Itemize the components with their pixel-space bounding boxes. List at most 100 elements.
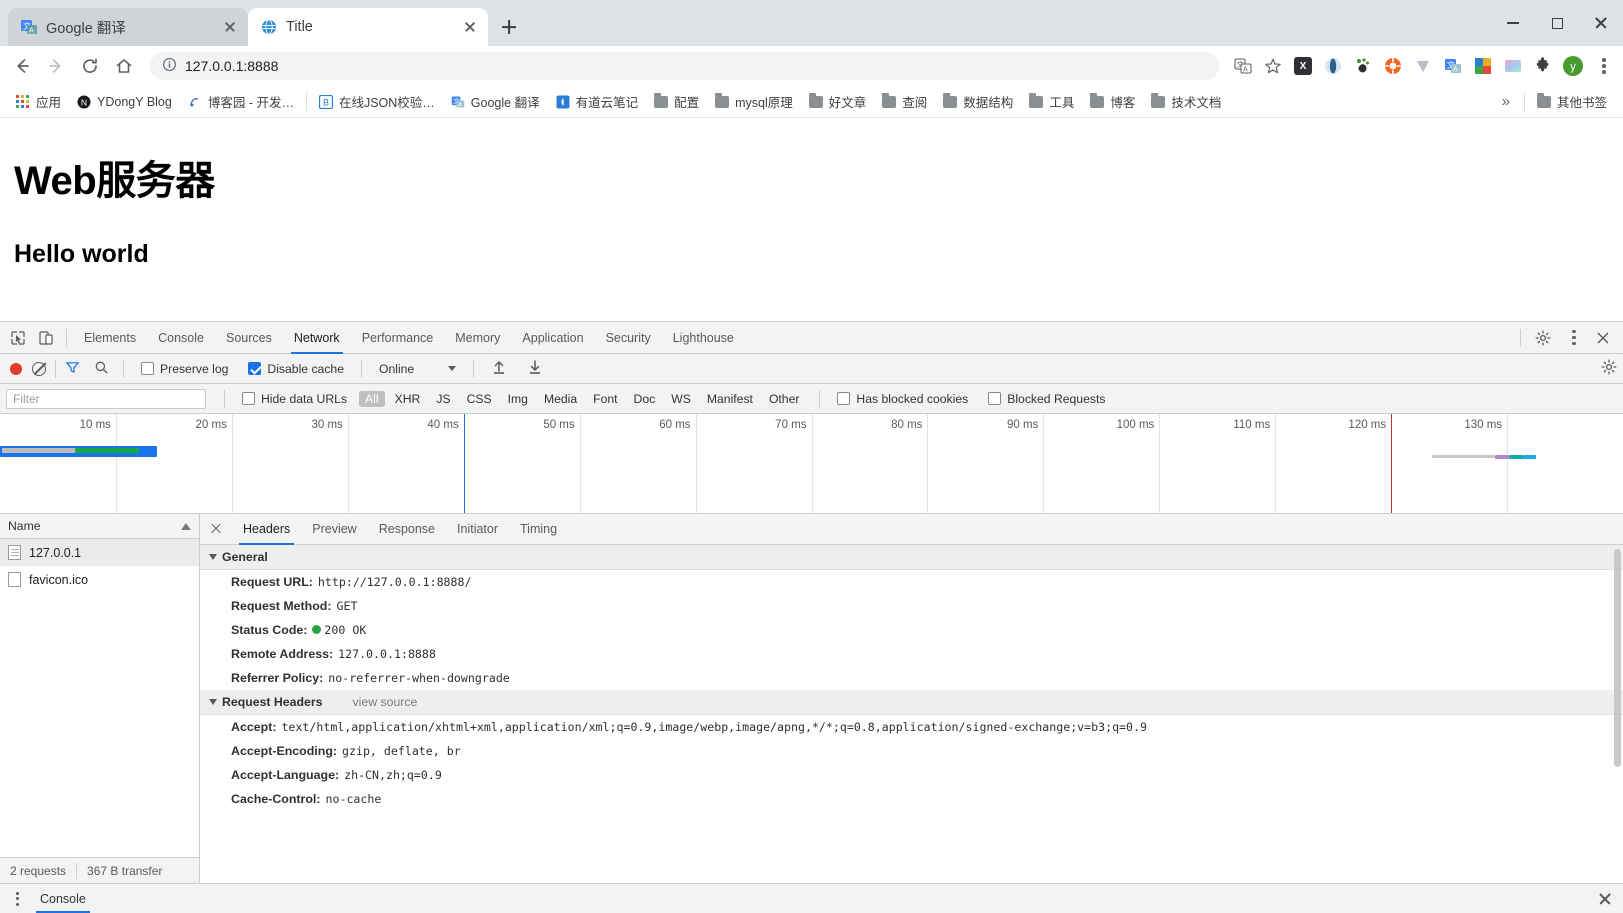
reload-icon[interactable]: [74, 50, 106, 82]
bookmark-item-1[interactable]: 博客园 - 开发…: [180, 89, 302, 114]
devtools-tab-performance[interactable]: Performance: [351, 322, 445, 354]
detail-tab-preview[interactable]: Preview: [301, 514, 367, 545]
translate-icon[interactable]: 文A: [1229, 52, 1257, 80]
hide-data-urls-checkbox[interactable]: Hide data URLs: [234, 392, 355, 406]
other-bookmarks-button[interactable]: 其他书签: [1529, 89, 1615, 114]
close-icon[interactable]: [204, 517, 228, 541]
avatar[interactable]: y: [1559, 52, 1587, 80]
close-icon[interactable]: [1593, 887, 1617, 911]
download-har-icon[interactable]: [527, 359, 543, 378]
has-blocked-cookies-checkbox[interactable]: Has blocked cookies: [829, 392, 976, 406]
network-settings-icon[interactable]: [1601, 359, 1617, 378]
throttling-dropdown[interactable]: Online: [371, 362, 464, 376]
filter-type-manifest[interactable]: Manifest: [701, 391, 759, 407]
bookmark-item-8[interactable]: 查阅: [874, 89, 935, 114]
bookmark-item-3[interactable]: 文A Google 翻译: [443, 89, 548, 114]
back-arrow-icon[interactable]: [6, 50, 38, 82]
device-toolbar-icon[interactable]: [32, 324, 60, 352]
clear-ban-icon[interactable]: [32, 361, 46, 376]
close-icon[interactable]: [220, 17, 240, 37]
preserve-log-checkbox[interactable]: Preserve log: [133, 362, 236, 376]
filter-type-doc[interactable]: Doc: [628, 391, 662, 407]
three-dots-menu-icon[interactable]: [1589, 52, 1617, 80]
devtools-tab-memory[interactable]: Memory: [444, 322, 511, 354]
headers-scrollbar[interactable]: [1613, 545, 1622, 883]
search-icon[interactable]: [94, 360, 109, 378]
maximize-button[interactable]: [1535, 0, 1579, 46]
bookmarks-overflow-button[interactable]: »: [1492, 93, 1520, 110]
browser-tab-1[interactable]: Title: [248, 8, 488, 46]
google-translate-extension-icon[interactable]: 文A: [1439, 52, 1467, 80]
new-tab-button[interactable]: [494, 12, 524, 42]
bookmark-item-2[interactable]: B 在线JSON校验…: [311, 89, 443, 114]
bookmark-item-5[interactable]: 配置: [646, 89, 707, 114]
home-icon[interactable]: [108, 50, 140, 82]
request-list-header[interactable]: Name: [0, 514, 199, 539]
bookmark-item-12[interactable]: 技术文档: [1143, 89, 1229, 114]
devtools-tab-application[interactable]: Application: [511, 322, 594, 354]
three-dots-menu-icon[interactable]: [6, 888, 28, 910]
devtools-tab-console[interactable]: Console: [147, 322, 215, 354]
address-bar[interactable]: 127.0.0.1:8888: [150, 52, 1219, 80]
bookmark-apps[interactable]: 应用: [8, 89, 69, 114]
devtools-tab-security[interactable]: Security: [595, 322, 662, 354]
detail-tab-headers[interactable]: Headers: [232, 514, 301, 545]
funnel-filter-icon[interactable]: [65, 360, 80, 378]
filter-type-css[interactable]: CSS: [461, 391, 498, 407]
close-icon[interactable]: [1589, 324, 1617, 352]
filter-type-img[interactable]: Img: [502, 391, 534, 407]
filter-type-all[interactable]: All: [359, 390, 385, 407]
upload-har-icon[interactable]: [491, 359, 507, 378]
bookmark-item-9[interactable]: 数据结构: [935, 89, 1021, 114]
bookmark-star-icon[interactable]: [1259, 52, 1287, 80]
browser-tab-0[interactable]: 文 A Google 翻译: [8, 8, 248, 46]
bookmark-item-6[interactable]: mysql原理: [707, 89, 801, 114]
section-request-headers-header[interactable]: Request Headers view source: [200, 690, 1623, 715]
info-circle-icon[interactable]: [162, 57, 177, 75]
view-source-link[interactable]: view source: [352, 695, 417, 709]
filter-type-xhr[interactable]: XHR: [389, 391, 427, 407]
detail-tab-response[interactable]: Response: [368, 514, 446, 545]
record-stop-icon[interactable]: [10, 362, 22, 375]
bookmark-item-10[interactable]: 工具: [1021, 89, 1082, 114]
gnome-extension-icon[interactable]: [1349, 52, 1377, 80]
network-overview-timeline[interactable]: 10 ms 20 ms 30 ms 40 ms 50 ms 60 ms 70 ms 80 ms…: [0, 414, 1623, 514]
filter-type-js[interactable]: JS: [430, 391, 456, 407]
detail-tab-timing[interactable]: Timing: [509, 514, 568, 545]
request-row-0[interactable]: 127.0.0.1: [0, 539, 199, 566]
close-icon[interactable]: [460, 17, 480, 37]
timeline-tick-label: 120 ms: [1348, 419, 1387, 431]
filter-type-other[interactable]: Other: [763, 391, 805, 407]
devtools-tab-lighthouse[interactable]: Lighthouse: [662, 322, 745, 354]
bookmark-item-0[interactable]: N YDongY Blog: [69, 92, 180, 112]
minimize-button[interactable]: [1491, 0, 1535, 46]
filter-type-ws[interactable]: WS: [665, 391, 697, 407]
blocked-requests-checkbox[interactable]: Blocked Requests: [980, 392, 1113, 406]
xmind-extension-icon[interactable]: X: [1289, 52, 1317, 80]
devtools-tab-elements[interactable]: Elements: [73, 322, 147, 354]
devtools-tab-sources[interactable]: Sources: [215, 322, 283, 354]
scrollbar-thumb[interactable]: [1614, 549, 1621, 767]
inspect-element-icon[interactable]: [4, 324, 32, 352]
bookmark-item-7[interactable]: 好文章: [801, 89, 875, 114]
filter-input[interactable]: Filter: [6, 388, 206, 409]
v-extension-icon[interactable]: [1409, 52, 1437, 80]
close-window-button[interactable]: [1579, 0, 1623, 46]
section-general-header[interactable]: General: [200, 545, 1623, 570]
drawer-tab-console[interactable]: Console: [28, 884, 98, 913]
gradient-extension-icon[interactable]: [1499, 52, 1527, 80]
bookmark-item-11[interactable]: 博客: [1082, 89, 1143, 114]
puzzle-extensions-icon[interactable]: [1529, 52, 1557, 80]
three-dots-menu-icon[interactable]: [1559, 324, 1587, 352]
request-row-1[interactable]: favicon.ico: [0, 566, 199, 593]
bookmark-item-4[interactable]: 有道云笔记: [548, 89, 647, 114]
opera-extension-icon[interactable]: [1319, 52, 1347, 80]
photos-extension-icon[interactable]: [1469, 52, 1497, 80]
lifebuoy-extension-icon[interactable]: [1379, 52, 1407, 80]
devtools-tab-network[interactable]: Network: [283, 322, 351, 354]
detail-tab-initiator[interactable]: Initiator: [446, 514, 509, 545]
disable-cache-checkbox[interactable]: Disable cache: [240, 362, 352, 376]
filter-type-font[interactable]: Font: [587, 391, 623, 407]
gear-icon[interactable]: [1529, 324, 1557, 352]
filter-type-media[interactable]: Media: [538, 391, 583, 407]
